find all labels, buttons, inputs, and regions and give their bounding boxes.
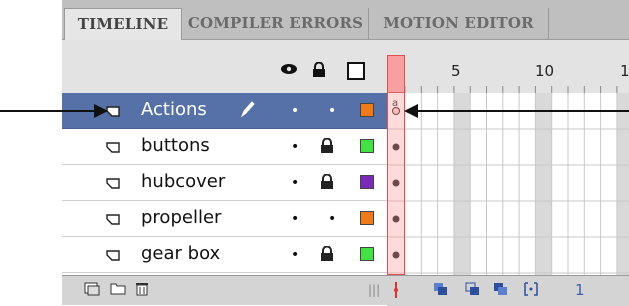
layer-icon xyxy=(106,139,121,153)
center-frame-icon[interactable] xyxy=(393,282,399,302)
visibility-toggle[interactable]: • xyxy=(291,140,299,154)
layer-icon xyxy=(106,175,121,189)
outline-color-swatch[interactable] xyxy=(360,175,374,189)
outline-color-swatch[interactable] xyxy=(360,247,374,261)
frame-grid[interactable]: a xyxy=(387,93,629,275)
outline-color-swatch[interactable] xyxy=(360,139,374,153)
frame-area: 1 5 10 1 a xyxy=(387,40,629,275)
pencil-icon xyxy=(240,100,256,123)
visibility-toggle[interactable]: • xyxy=(291,176,299,190)
layer-row[interactable]: buttons • xyxy=(62,129,387,165)
layer-list: Actions • • buttons • hubcover • propeller • • gea… xyxy=(62,93,387,275)
new-layer-icon[interactable] xyxy=(84,282,100,300)
current-frame-readout: 1 xyxy=(575,281,585,299)
frame-span-shade xyxy=(535,93,552,275)
frame-ruler[interactable]: 1 5 10 1 xyxy=(387,40,629,93)
frame-number-5: 5 xyxy=(451,62,461,80)
layer-name[interactable]: propeller xyxy=(141,207,221,229)
frame-number-15: 1 xyxy=(620,62,629,80)
layer-icon xyxy=(106,103,121,117)
tab-timeline[interactable]: TIMELINE xyxy=(64,8,182,40)
outline-color-swatch[interactable] xyxy=(360,103,374,117)
layer-name[interactable]: gear box xyxy=(141,243,220,265)
onion-skin-outlines-icon[interactable] xyxy=(465,282,481,300)
lock-toggle[interactable]: • xyxy=(328,212,336,226)
frame-span-shade xyxy=(453,93,471,275)
frame-span-shade xyxy=(616,93,629,275)
tab-compiler-errors[interactable]: COMPILER ERRORS xyxy=(183,8,369,40)
frame-tools: 1 xyxy=(387,276,629,306)
visibility-toggle[interactable]: • xyxy=(291,212,299,226)
lock-toggle[interactable]: • xyxy=(328,104,336,118)
modify-markers-icon[interactable] xyxy=(523,282,539,300)
layer-row[interactable]: gear box • xyxy=(62,237,387,273)
trash-icon[interactable] xyxy=(136,282,148,300)
lock-icon[interactable] xyxy=(320,245,334,266)
edit-multiple-frames-icon[interactable] xyxy=(493,282,509,300)
frame-number-10: 10 xyxy=(535,62,555,80)
layer-row[interactable]: hubcover • xyxy=(62,165,387,201)
outline-color-swatch[interactable] xyxy=(360,211,374,225)
layer-name[interactable]: Actions xyxy=(141,99,207,121)
lock-icon[interactable] xyxy=(320,173,334,194)
layer-name[interactable]: hubcover xyxy=(141,171,225,193)
layer-icon xyxy=(106,211,121,225)
tab-motion-editor[interactable]: MOTION EDITOR xyxy=(369,8,549,40)
panel-divider-grip[interactable]: ||| xyxy=(368,282,380,298)
layer-name[interactable]: buttons xyxy=(141,135,210,157)
new-folder-icon[interactable] xyxy=(110,282,126,299)
playhead[interactable] xyxy=(387,55,405,275)
onion-skin-icon[interactable] xyxy=(433,282,449,300)
layer-row[interactable]: propeller • • xyxy=(62,201,387,237)
layer-row[interactable]: Actions • • xyxy=(62,93,387,129)
lock-icon[interactable] xyxy=(320,137,334,158)
visibility-toggle[interactable]: • xyxy=(291,104,299,118)
eye-icon[interactable] xyxy=(280,62,298,78)
outline-icon[interactable] xyxy=(347,62,365,80)
lock-icon[interactable] xyxy=(312,61,326,81)
layer-icon xyxy=(106,247,121,261)
visibility-toggle[interactable]: • xyxy=(291,248,299,262)
timeline-toolbar: ||| 1 xyxy=(62,275,629,306)
panel-tab-bar: TIMELINE COMPILER ERRORS MOTION EDITOR xyxy=(62,0,629,40)
